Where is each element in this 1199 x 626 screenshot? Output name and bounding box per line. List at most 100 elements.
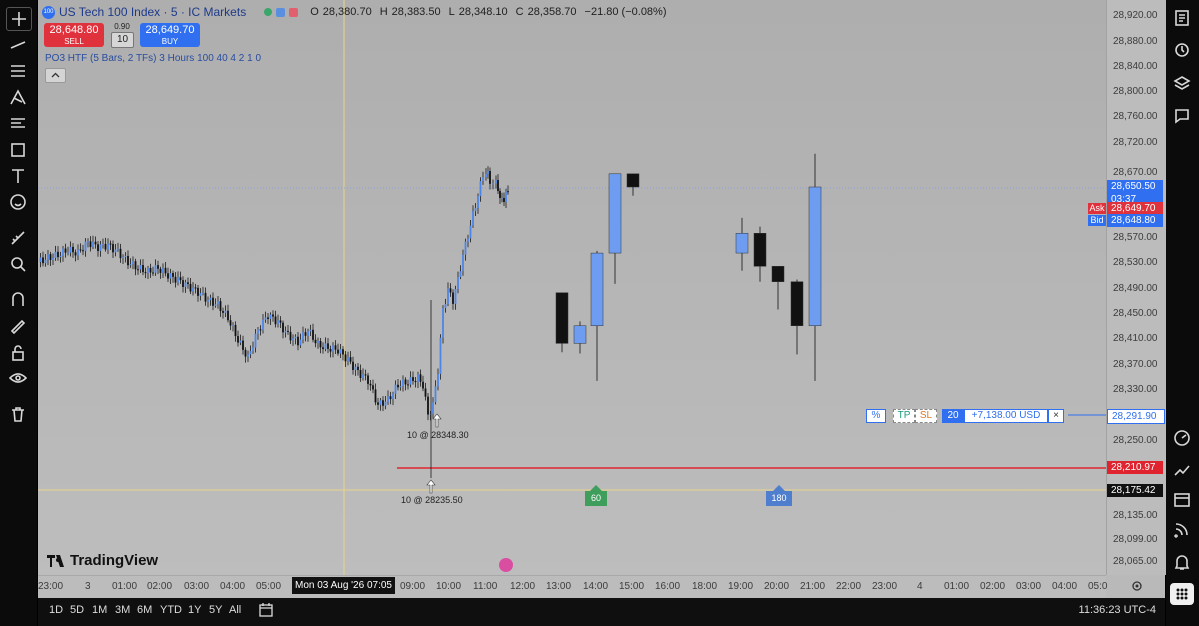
candle-body [309, 329, 312, 332]
candle-body [184, 282, 187, 287]
date-range-icon[interactable] [258, 602, 274, 618]
chat-icon[interactable] [1170, 105, 1194, 127]
fib-icon[interactable] [6, 112, 30, 134]
ruler-icon[interactable] [6, 227, 30, 249]
order-qty[interactable]: 20 [942, 409, 964, 423]
candle-body [272, 314, 274, 317]
chart-settings-icon[interactable] [1131, 579, 1143, 591]
time-axis[interactable]: 23:00 3 01:00 02:00 03:00 04:00 05:00 09:00 10:0… [38, 575, 1107, 599]
time-tick-label: 3 [85, 581, 91, 592]
candle-body [217, 301, 219, 305]
symbol-title[interactable]: US Tech 100 Index · 5 · IC Markets [59, 5, 246, 19]
ohlc-open-label: O [310, 6, 319, 18]
layers-icon[interactable] [1170, 72, 1194, 94]
timeframe-5y[interactable]: 5Y [209, 604, 222, 616]
trend-line-icon[interactable] [6, 34, 30, 56]
candle-body [117, 248, 119, 250]
price-tick-label: 28,570.00 [1113, 232, 1158, 243]
order-sl-button[interactable]: SL [915, 409, 937, 423]
watchlist-icon[interactable] [1170, 7, 1194, 29]
timeframe-1m[interactable]: 1M [92, 604, 107, 616]
htf-candle-body [626, 173, 640, 188]
pitchfork-icon[interactable] [6, 86, 30, 108]
pencil-lock-icon[interactable] [6, 314, 30, 336]
candle-body [452, 292, 454, 304]
timeframe-1d[interactable]: 1D [49, 604, 63, 616]
order-percent-button[interactable]: % [866, 409, 886, 423]
candle-body [344, 354, 347, 362]
candle-body [102, 243, 104, 245]
candle-body [72, 246, 74, 253]
timeframe-1y[interactable]: 1Y [188, 604, 201, 616]
text-icon[interactable] [6, 165, 30, 187]
collapse-legend-button[interactable] [45, 68, 66, 83]
candle-body [152, 272, 154, 274]
horizontal-lines-icon[interactable] [6, 60, 30, 82]
timeframe-ytd[interactable]: YTD [160, 604, 182, 616]
magnet-icon[interactable] [6, 288, 30, 310]
emoji-icon[interactable] [6, 191, 30, 213]
buy-button[interactable]: 28,649.70 BUY [140, 23, 200, 47]
candle-body [194, 287, 197, 289]
price-tick-label: 28,530.00 [1113, 257, 1158, 268]
broadcast-icon[interactable] [1170, 518, 1194, 540]
order-close-button[interactable]: × [1048, 409, 1064, 423]
trash-icon[interactable] [6, 403, 30, 425]
time-tick-label: 02:00 [147, 581, 173, 592]
candle-body [174, 276, 177, 283]
zoom-icon[interactable] [6, 253, 30, 275]
order-tp-button[interactable]: TP [893, 409, 915, 423]
candle-body [294, 336, 297, 339]
ohlc-change: −21.80 (−0.08%) [584, 6, 667, 18]
clock[interactable]: 11:36:23 UTC-4 [1079, 604, 1156, 616]
candle-body [369, 383, 372, 386]
lock-icon[interactable] [6, 342, 30, 364]
candle-body [149, 268, 152, 273]
candle-body [307, 331, 309, 336]
candle-body [144, 272, 147, 274]
candle-body [132, 261, 134, 265]
candle-body [267, 317, 269, 319]
candle-body [129, 264, 132, 266]
crosshair-icon[interactable] [6, 7, 32, 31]
chart-canvas[interactable]: 100 US Tech 100 Index · 5 · IC Markets O… [38, 0, 1106, 575]
apps-grid-icon[interactable] [1170, 583, 1194, 605]
flag-badge-icon [289, 7, 299, 17]
replay-icon[interactable] [499, 558, 513, 572]
candle-body [147, 268, 149, 274]
spread-value: 0.90 [114, 22, 130, 31]
timeframe-3m[interactable]: 3M [115, 604, 130, 616]
chart-area[interactable]: 100 US Tech 100 Index · 5 · IC Markets O… [38, 0, 1166, 599]
candle-body [139, 265, 142, 270]
candle-body [312, 329, 314, 340]
candle-body [74, 252, 77, 256]
sell-button[interactable]: 28,648.80 SELL [44, 23, 104, 47]
gauge-icon[interactable] [1170, 427, 1194, 449]
price-plot[interactable] [38, 0, 1106, 575]
bell-icon[interactable] [1170, 551, 1194, 573]
time-tick-label: 14:00 [583, 581, 609, 592]
eye-icon[interactable] [6, 367, 30, 389]
candle-body [329, 348, 332, 352]
candle-body [162, 267, 164, 273]
time-tick-label: 18:00 [692, 581, 718, 592]
timeframe-6m[interactable]: 6M [137, 604, 152, 616]
price-tick-label: 28,330.00 [1113, 384, 1158, 395]
timeframe-5d[interactable]: 5D [70, 604, 84, 616]
candle-body [182, 280, 184, 287]
market-open-dot-icon [264, 8, 273, 16]
candle-body [284, 330, 287, 333]
order-price-label: 28,291.90 [1107, 409, 1165, 424]
candle-body [292, 338, 294, 341]
rectangle-icon[interactable] [6, 139, 30, 161]
timeframe-all[interactable]: All [229, 604, 241, 616]
candle-body [347, 357, 349, 362]
symbol-legend[interactable]: 100 US Tech 100 Index · 5 · IC Markets O… [42, 5, 667, 19]
quantity-input[interactable]: 10 [111, 32, 134, 48]
order-line-controls[interactable]: % TP SL 20 +7,138.00 USD × [866, 409, 1064, 423]
calendar-icon[interactable] [1170, 488, 1194, 510]
time-tick-label: 15:00 [619, 581, 645, 592]
alarm-clock-icon[interactable] [1170, 38, 1194, 60]
indicator-legend[interactable]: PO3 HTF (5 Bars, 2 TFs) 3 Hours 100 40 4… [45, 53, 261, 64]
trend-up-icon[interactable] [1170, 459, 1194, 481]
